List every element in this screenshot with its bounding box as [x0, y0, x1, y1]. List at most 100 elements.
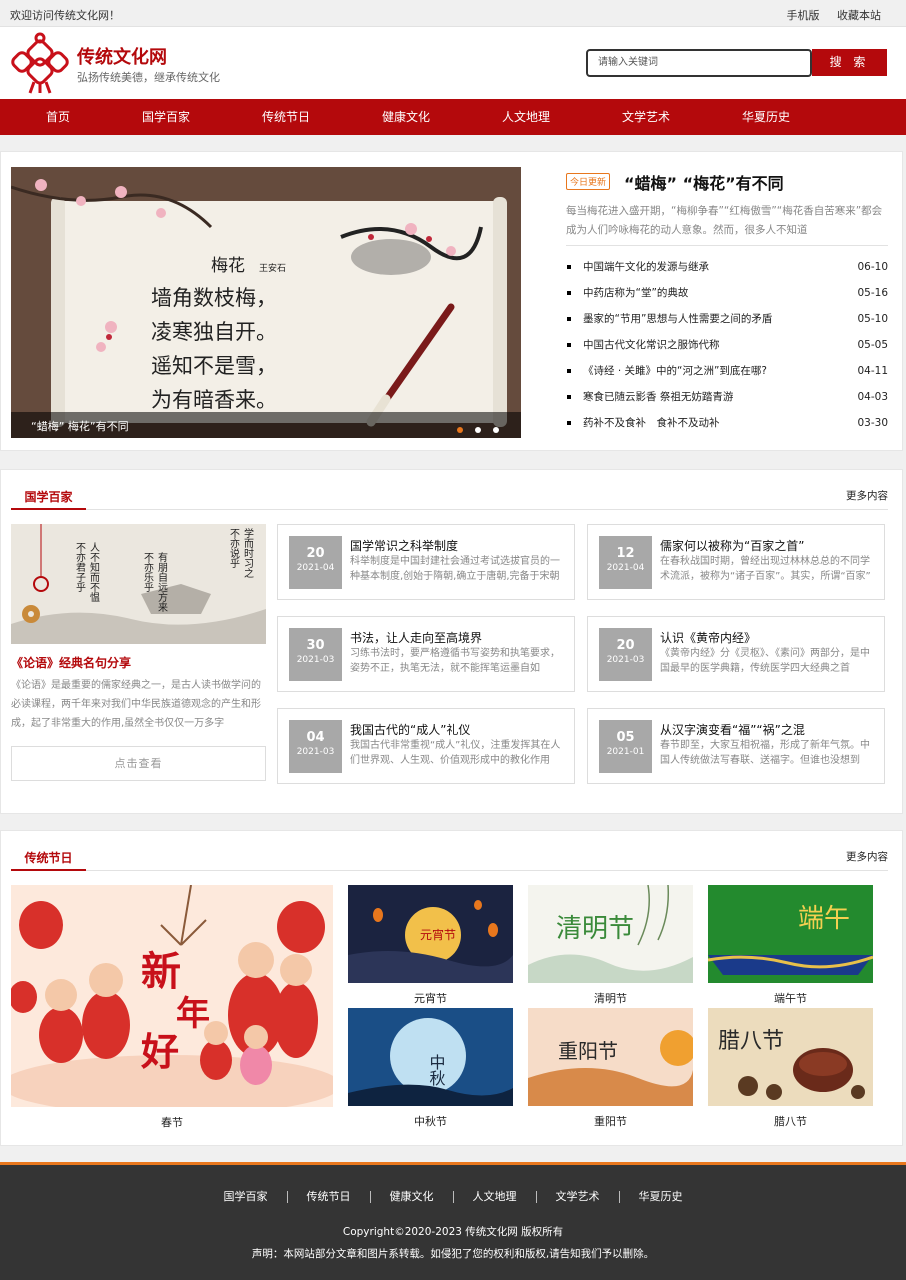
guoxue-section: 国学百家 更多内容 学而时习之 不亦说乎 有朋自远方来 不亦乐乎 人不知而不愠 … [0, 469, 903, 814]
hero-panel: 梅花 王安石 墙角数枝梅， 凌寒独自开。 遥知不是雪， 为有暗香来。 “蜡梅” … [0, 151, 903, 451]
section-title[interactable]: 国学百家 [11, 488, 86, 510]
slide-dot-1[interactable] [457, 427, 464, 433]
date-year-month: 2021-03 [296, 747, 335, 757]
news-title[interactable]: 中国古代文化常识之服饰代称 [583, 332, 720, 358]
footer-link-festivals[interactable]: 传统节日 [288, 1191, 371, 1203]
card-title[interactable]: 认识《黄帝内经》 [660, 629, 756, 646]
footer-nav: 国学百家 传统节日 健康文化 人文地理 文学艺术 华夏历史 [0, 1190, 906, 1203]
view-button[interactable]: 点击查看 [11, 746, 266, 781]
qingming-festival-thumb[interactable]: 清明节 [528, 885, 693, 983]
news-title[interactable]: 《诗经 · 关雎》中的“河之洲”到底在哪? [583, 358, 767, 384]
footer-link-guoxue[interactable]: 国学百家 [205, 1191, 288, 1203]
list-item[interactable]: 寒食已随云影香 祭祖无妨踏青游 04-03 [566, 384, 888, 410]
dragon-boat-festival-thumb[interactable]: 端午 [708, 885, 873, 983]
nav-item-geography[interactable]: 人文地理 [466, 99, 586, 135]
list-item[interactable]: 《诗经 · 关雎》中的“河之洲”到底在哪? 04-11 [566, 358, 888, 384]
calligraphy-line-3: 有朋自远方来 [156, 551, 168, 613]
card-title[interactable]: 我国古代的“成人”礼仪 [350, 721, 470, 738]
hero-slideshow[interactable]: 梅花 王安石 墙角数枝梅， 凌寒独自开。 遥知不是雪， 为有暗香来。 “蜡梅” … [11, 167, 521, 438]
poem-author: 王安石 [259, 262, 286, 274]
lantern-festival-thumb[interactable]: 元宵节 [348, 885, 513, 983]
headline-title[interactable]: “蜡梅” “梅花”有不同 [624, 170, 784, 194]
slide-caption[interactable]: “蜡梅” 梅花”有不同 [31, 418, 129, 434]
list-item[interactable]: 中药店称为“堂”的典故 05-16 [566, 280, 888, 306]
news-title[interactable]: 中国端午文化的发源与继承 [583, 254, 709, 280]
festival-label[interactable]: 端午节 [708, 990, 873, 1006]
card-title[interactable]: 儒家何以被称为“百家之首” [660, 537, 804, 554]
card-desc: 我国古代非常重视“成人”礼仪，注重发挥其在人们世界观、人生观、价值观形成中的教化… [350, 740, 561, 766]
art-char-1: 新 [141, 948, 181, 995]
news-date: 05-16 [857, 287, 888, 299]
slide-dot-2[interactable] [475, 427, 482, 433]
list-item[interactable]: 中国端午文化的发源与继承 06-10 [566, 254, 888, 280]
thumb-art-text: 中秋 [427, 1054, 446, 1086]
nav-item-home[interactable]: 首页 [0, 99, 118, 135]
mid-autumn-festival-thumb[interactable]: 中秋 [348, 1008, 513, 1106]
nav-item-health[interactable]: 健康文化 [346, 99, 466, 135]
card-desc: 春节即至，大家互相祝福，形成了新年气氛。中国人传统做法写春联、送福字。但谁也没想… [660, 740, 870, 766]
slide-dot-3[interactable] [493, 427, 499, 433]
footer-link-literature[interactable]: 文学艺术 [537, 1191, 620, 1203]
search-input[interactable]: 请输入关键词 [586, 49, 812, 77]
date-box: 20 2021-03 [599, 628, 652, 681]
news-title[interactable]: 寒食已随云影香 祭祖无妨踏青游 [583, 384, 733, 410]
news-date: 03-30 [857, 417, 888, 429]
double-ninth-festival-thumb[interactable]: 重阳节 [528, 1008, 693, 1106]
card-title[interactable]: 国学常识之科举制度 [350, 537, 458, 554]
article-card[interactable]: 05 2021-01 从汉字演变看“福”“祸”之混 春节即至，大家互相祝福，形成了… [587, 708, 885, 784]
list-item[interactable]: 中国古代文化常识之服饰代称 05-05 [566, 332, 888, 358]
calligraphy-line-5: 人不知而不愠 [88, 542, 100, 603]
poem-line-4: 为有暗香来。 [151, 388, 277, 412]
date-day: 12 [616, 546, 635, 561]
article-card[interactable]: 20 2021-04 国学常识之科举制度 科举制度是中国封建社会通过考试选拔官员的… [277, 524, 575, 600]
footer-link-health[interactable]: 健康文化 [371, 1191, 454, 1203]
nav-item-festivals[interactable]: 传统节日 [226, 99, 346, 135]
feature-title[interactable]: 《论语》经典名句分享 [11, 654, 131, 671]
more-link[interactable]: 更多内容 [846, 488, 888, 503]
article-card[interactable]: 12 2021-04 儒家何以被称为“百家之首” 在春秋战国时期，曾经出现过林林总… [587, 524, 885, 600]
festival-label[interactable]: 清明节 [528, 990, 693, 1006]
news-date: 06-10 [857, 261, 888, 273]
card-title[interactable]: 从汉字演变看“福”“祸”之混 [660, 721, 805, 738]
more-link[interactable]: 更多内容 [846, 849, 888, 864]
top-links: 手机版 收藏本站 [773, 7, 882, 23]
article-card[interactable]: 30 2021-03 书法，让人走向至高境界 习练书法时，要严格遵循书写姿势和执笔… [277, 616, 575, 692]
main-nav: 首页 国学百家 传统节日 健康文化 人文地理 文学艺术 华夏历史 [0, 99, 906, 135]
date-year-month: 2021-04 [606, 563, 645, 573]
feature-text: 《论语》是最重要的儒家经典之一，是古人读书做学问的必读课程，两千年来对我们中华民… [11, 680, 261, 729]
nav-item-literature[interactable]: 文学艺术 [586, 99, 706, 135]
article-card[interactable]: 20 2021-03 认识《黄帝内经》 《黄帝内经》分《灵枢》、《素问》两部分，是… [587, 616, 885, 692]
festival-label[interactable]: 春节 [11, 1114, 333, 1130]
statement-text: 声明：本网站部分文章和图片系转载。如侵犯了您的权利和版权,请告知我们予以删除。 [251, 1248, 655, 1260]
article-card[interactable]: 04 2021-03 我国古代的“成人”礼仪 我国古代非常重视“成人”礼仪，注重发… [277, 708, 575, 784]
chinese-knot-logo-icon[interactable] [10, 32, 70, 94]
festival-label[interactable]: 腊八节 [708, 1113, 873, 1129]
date-box: 12 2021-04 [599, 536, 652, 589]
festival-label[interactable]: 元宵节 [348, 990, 513, 1006]
list-item[interactable]: 墨家的“节用”思想与人性需要之间的矛盾 05-10 [566, 306, 888, 332]
news-title[interactable]: 中药店称为“堂”的典故 [583, 280, 688, 306]
mobile-version-link[interactable]: 手机版 [787, 9, 820, 22]
date-day: 04 [306, 730, 325, 745]
thumb-art-text: 元宵节 [420, 927, 456, 942]
bookmark-link[interactable]: 收藏本站 [837, 9, 881, 22]
festival-label[interactable]: 中秋节 [348, 1113, 513, 1129]
footer-link-history[interactable]: 华夏历史 [620, 1191, 702, 1203]
footer-link-geography[interactable]: 人文地理 [454, 1191, 537, 1203]
section-title[interactable]: 传统节日 [11, 849, 86, 871]
thumb-art-text: 重阳节 [558, 1039, 618, 1063]
date-day: 05 [616, 730, 635, 745]
feature-image[interactable]: 学而时习之 不亦说乎 有朋自远方来 不亦乐乎 人不知而不愠 不亦君子乎 [11, 524, 266, 644]
nav-item-history[interactable]: 华夏历史 [706, 99, 826, 135]
site-name[interactable]: 传统文化网 [77, 43, 167, 69]
card-desc: 在春秋战国时期，曾经出现过林林总总的不同学术流派，被称为“诸子百家”。其实，所谓… [660, 556, 871, 582]
list-item[interactable]: 药补不及食补 食补不及动补 03-30 [566, 410, 888, 436]
card-title[interactable]: 书法，让人走向至高境界 [350, 629, 482, 646]
search-button[interactable]: 搜 索 [812, 49, 887, 76]
news-title[interactable]: 药补不及食补 食补不及动补 [583, 410, 720, 436]
laba-festival-thumb[interactable]: 腊八节 [708, 1008, 873, 1106]
spring-festival-image[interactable]: 新 年 好 [11, 885, 333, 1107]
nav-item-guoxue[interactable]: 国学百家 [106, 99, 226, 135]
festival-label[interactable]: 重阳节 [528, 1113, 693, 1129]
news-title[interactable]: 墨家的“节用”思想与人性需要之间的矛盾 [583, 306, 772, 332]
